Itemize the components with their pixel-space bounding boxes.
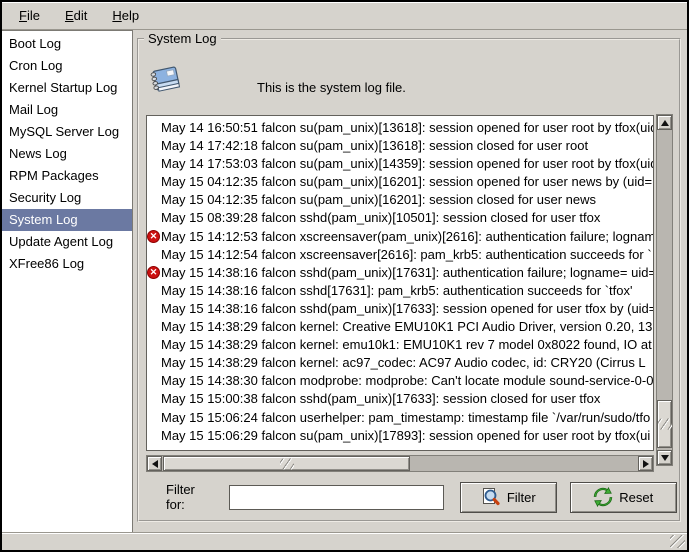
log-row[interactable]: May 15 14:38:29 falcon kernel: ac97_code… bbox=[147, 354, 653, 372]
thumb-grip-icon bbox=[280, 458, 294, 469]
log-row-text: May 15 14:38:29 falcon kernel: emu10k1: … bbox=[161, 337, 652, 352]
log-row[interactable]: ✕May 15 14:12:53 falcon xscreensaver(pam… bbox=[147, 228, 653, 246]
sidebar-item[interactable]: MySQL Server Log bbox=[2, 121, 132, 143]
system-log-group: System Log This is the system log fil bbox=[137, 38, 681, 522]
status-bar bbox=[2, 532, 687, 550]
log-row-text: May 15 14:12:53 falcon xscreensaver(pam_… bbox=[161, 229, 653, 244]
sidebar-item[interactable]: Mail Log bbox=[2, 99, 132, 121]
scroll-up-button[interactable] bbox=[657, 115, 672, 130]
refresh-arrows-icon bbox=[593, 487, 613, 507]
magnifier-document-icon bbox=[481, 487, 501, 507]
scroll-right-button[interactable] bbox=[638, 456, 653, 471]
sidebar-item[interactable]: RPM Packages bbox=[2, 165, 132, 187]
vertical-scrollbar[interactable] bbox=[656, 114, 673, 466]
log-row-text: May 15 04:12:35 falcon su(pam_unix)[1620… bbox=[161, 174, 652, 189]
scroll-left-button[interactable] bbox=[147, 456, 162, 471]
log-row[interactable]: May 15 15:06:24 falcon userhelper: pam_t… bbox=[147, 409, 653, 427]
main-panel: System Log This is the system log fil bbox=[133, 30, 687, 532]
log-row-text: May 15 14:38:16 falcon sshd(pam_unix)[17… bbox=[161, 301, 653, 316]
scroll-down-button[interactable] bbox=[657, 450, 672, 465]
sidebar-item[interactable]: Security Log bbox=[2, 187, 132, 209]
log-row-text: May 15 14:38:16 falcon sshd[17631]: pam_… bbox=[161, 283, 633, 298]
sidebar-item[interactable]: Boot Log bbox=[2, 33, 132, 55]
log-row[interactable]: May 14 17:42:18 falcon su(pam_unix)[1361… bbox=[147, 137, 653, 155]
menu-edit[interactable]: Edit bbox=[56, 4, 96, 27]
app-window: File Edit Help Boot LogCron LogKernel St… bbox=[0, 0, 689, 552]
log-row[interactable]: May 15 14:12:54 falcon xscreensaver[2616… bbox=[147, 246, 653, 264]
horizontal-scrollbar-thumb[interactable] bbox=[163, 456, 410, 471]
log-row[interactable]: May 15 04:12:35 falcon su(pam_unix)[1620… bbox=[147, 173, 653, 191]
log-row[interactable]: May 14 17:53:03 falcon su(pam_unix)[1435… bbox=[147, 155, 653, 173]
log-row[interactable]: May 14 16:50:51 falcon su(pam_unix)[1361… bbox=[147, 119, 653, 137]
resize-grip[interactable] bbox=[670, 535, 685, 548]
menu-help[interactable]: Help bbox=[103, 4, 148, 27]
up-arrow-icon bbox=[661, 120, 669, 126]
right-arrow-icon bbox=[643, 460, 649, 468]
log-description: This is the system log file. bbox=[257, 80, 406, 95]
down-arrow-icon bbox=[661, 455, 669, 461]
menu-file[interactable]: File bbox=[10, 4, 49, 27]
menu-bar: File Edit Help bbox=[2, 2, 687, 30]
horizontal-scrollbar[interactable] bbox=[146, 455, 654, 472]
reset-button[interactable]: Reset bbox=[570, 482, 677, 513]
sidebar-item[interactable]: Kernel Startup Log bbox=[2, 77, 132, 99]
filter-row: Filter for: Filter bbox=[146, 480, 677, 514]
log-row-text: May 15 14:38:29 falcon kernel: Creative … bbox=[161, 319, 652, 334]
group-title: System Log bbox=[144, 31, 221, 46]
log-row-text: May 15 15:06:29 falcon su(pam_unix)[1789… bbox=[161, 428, 650, 443]
log-row-text: May 15 14:38:16 falcon sshd(pam_unix)[17… bbox=[161, 265, 653, 280]
log-row[interactable]: May 15 14:38:30 falcon modprobe: modprob… bbox=[147, 372, 653, 390]
notebook-icon bbox=[147, 60, 185, 98]
error-icon: ✕ bbox=[147, 266, 160, 279]
log-type-sidebar: Boot LogCron LogKernel Startup LogMail L… bbox=[2, 30, 133, 532]
log-row-text: May 15 15:06:24 falcon userhelper: pam_t… bbox=[161, 410, 650, 425]
log-row[interactable]: ✕May 15 14:38:16 falcon sshd(pam_unix)[1… bbox=[147, 264, 653, 282]
log-row-text: May 15 08:39:28 falcon sshd(pam_unix)[10… bbox=[161, 210, 600, 225]
log-row[interactable]: May 15 14:38:16 falcon sshd(pam_unix)[17… bbox=[147, 300, 653, 318]
log-row-text: May 14 17:53:03 falcon su(pam_unix)[1435… bbox=[161, 156, 653, 171]
log-row[interactable]: May 15 04:12:35 falcon su(pam_unix)[1620… bbox=[147, 191, 653, 209]
sidebar-item[interactable]: XFree86 Log bbox=[2, 253, 132, 275]
log-row-text: May 15 14:12:54 falcon xscreensaver[2616… bbox=[161, 247, 652, 262]
log-view[interactable]: May 14 16:50:51 falcon su(pam_unix)[1361… bbox=[146, 115, 654, 451]
filter-input[interactable] bbox=[229, 485, 444, 510]
sidebar-item[interactable]: News Log bbox=[2, 143, 132, 165]
thumb-grip-icon bbox=[658, 419, 672, 430]
left-arrow-icon bbox=[152, 460, 158, 468]
error-icon: ✕ bbox=[147, 230, 160, 243]
log-row[interactable]: May 15 14:38:29 falcon kernel: emu10k1: … bbox=[147, 336, 653, 354]
filter-button-label: Filter bbox=[507, 490, 536, 505]
vertical-scrollbar-thumb[interactable] bbox=[657, 400, 672, 448]
window-body: Boot LogCron LogKernel Startup LogMail L… bbox=[2, 30, 687, 532]
log-row[interactable]: May 15 15:00:38 falcon sshd(pam_unix)[17… bbox=[147, 390, 653, 408]
log-row-text: May 15 14:38:30 falcon modprobe: modprob… bbox=[161, 373, 653, 388]
sidebar-item[interactable]: System Log bbox=[2, 209, 132, 231]
sidebar-item[interactable]: Cron Log bbox=[2, 55, 132, 77]
log-row-text: May 15 04:12:35 falcon su(pam_unix)[1620… bbox=[161, 192, 596, 207]
log-row-text: May 15 14:38:29 falcon kernel: ac97_code… bbox=[161, 355, 646, 370]
filter-button[interactable]: Filter bbox=[460, 482, 557, 513]
filter-label: Filter for: bbox=[166, 482, 217, 512]
log-row[interactable]: May 15 14:38:29 falcon kernel: Creative … bbox=[147, 318, 653, 336]
log-row-text: May 14 17:42:18 falcon su(pam_unix)[1361… bbox=[161, 138, 588, 153]
reset-button-label: Reset bbox=[619, 490, 653, 505]
log-row[interactable]: May 15 15:06:29 falcon su(pam_unix)[1789… bbox=[147, 427, 653, 445]
sidebar-item[interactable]: Update Agent Log bbox=[2, 231, 132, 253]
log-row-text: May 14 16:50:51 falcon su(pam_unix)[1361… bbox=[161, 120, 653, 135]
log-row[interactable]: May 15 14:38:16 falcon sshd[17631]: pam_… bbox=[147, 282, 653, 300]
log-row[interactable]: May 15 08:39:28 falcon sshd(pam_unix)[10… bbox=[147, 209, 653, 227]
log-row-text: May 15 15:00:38 falcon sshd(pam_unix)[17… bbox=[161, 391, 600, 406]
